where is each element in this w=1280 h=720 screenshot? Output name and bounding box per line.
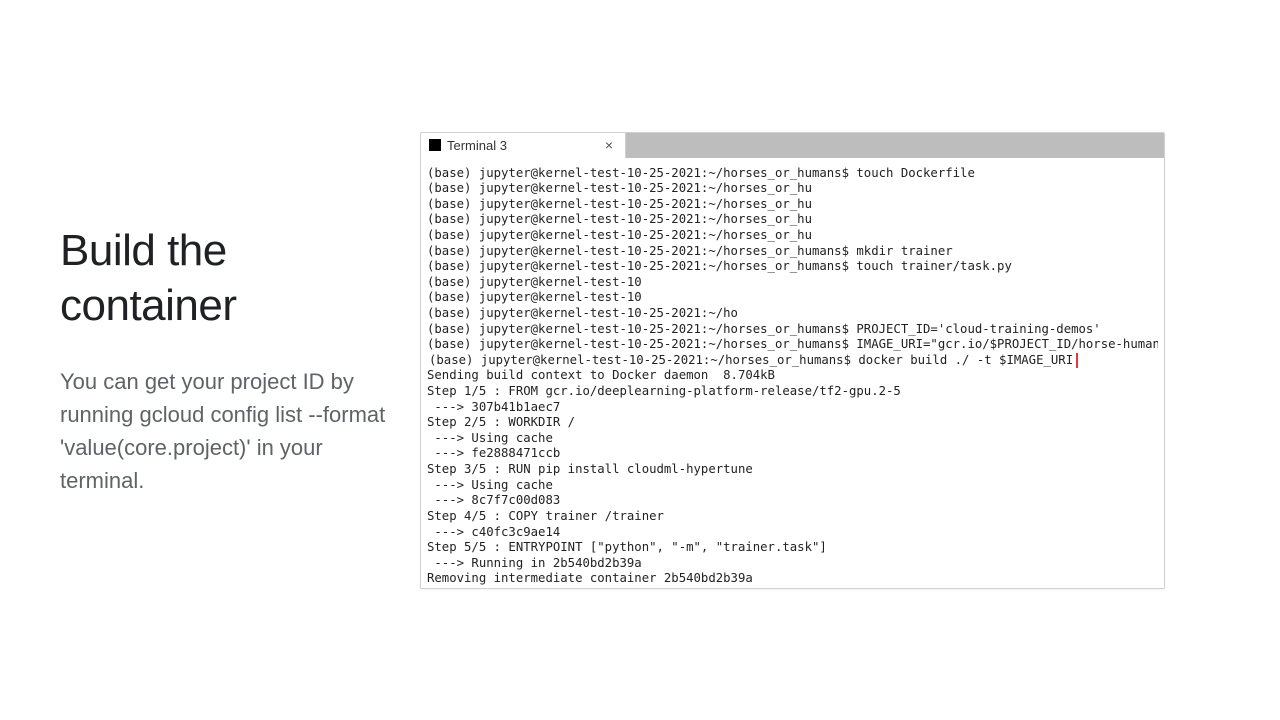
close-icon[interactable]: × bbox=[601, 137, 617, 153]
terminal-line: (base) jupyter@kernel-test-10-25-2021:~/… bbox=[427, 337, 1158, 353]
terminal-line: (base) jupyter@kernel-test-10-25-2021:~/… bbox=[427, 197, 1158, 213]
terminal-line: Removing intermediate container 2b540bd2… bbox=[427, 571, 1158, 587]
terminal-line: (base) jupyter@kernel-test-10-25-2021:~/… bbox=[427, 228, 1158, 244]
terminal-line: (base) jupyter@kernel-test-10-25-2021:~/… bbox=[427, 259, 1158, 275]
terminal-line: Step 3/5 : RUN pip install cloudml-hyper… bbox=[427, 462, 1158, 478]
terminal-line: ---> 307b41b1aec7 bbox=[427, 400, 1158, 416]
terminal-body[interactable]: (base) jupyter@kernel-test-10-25-2021:~/… bbox=[421, 158, 1164, 588]
terminal-line: ---> c40fc3c9ae14 bbox=[427, 525, 1158, 541]
terminal-line: Sending build context to Docker daemon 8… bbox=[427, 368, 1158, 384]
terminal-line: (base) jupyter@kernel-test-10 bbox=[427, 290, 1158, 306]
terminal-line: Step 1/5 : FROM gcr.io/deeplearning-plat… bbox=[427, 384, 1158, 400]
terminal-line: Step 4/5 : COPY trainer /trainer bbox=[427, 509, 1158, 525]
terminal-line: (base) jupyter@kernel-test-10-25-2021:~/… bbox=[427, 244, 1158, 260]
terminal-line: (base) jupyter@kernel-test-10-25-2021:~/… bbox=[427, 322, 1158, 338]
terminal-icon bbox=[429, 139, 441, 151]
slide-heading: Build the container bbox=[60, 223, 390, 333]
terminal-line: Step 5/5 : ENTRYPOINT ["python", "-m", "… bbox=[427, 540, 1158, 556]
terminal-line: (base) jupyter@kernel-test-10-25-2021:~/… bbox=[427, 181, 1158, 197]
terminal-window: Terminal 3 × (base) jupyter@kernel-test-… bbox=[420, 132, 1165, 589]
terminal-line: (base) jupyter@kernel-test-10 bbox=[427, 275, 1158, 291]
slide-subtext: You can get your project ID by running g… bbox=[60, 365, 390, 497]
terminal-line: (base) jupyter@kernel-test-10-25-2021:~/… bbox=[427, 212, 1158, 228]
terminal-tab-bar: Terminal 3 × bbox=[421, 133, 1164, 158]
terminal-tab-title: Terminal 3 bbox=[447, 138, 507, 153]
terminal-line: (base) jupyter@kernel-test-10-25-2021:~/… bbox=[427, 306, 1158, 322]
terminal-line: ---> Running in 2b540bd2b39a bbox=[427, 556, 1158, 572]
terminal-line: (base) jupyter@kernel-test-10-25-2021:~/… bbox=[427, 166, 1158, 182]
terminal-line: ---> fe2888471ccb bbox=[427, 446, 1158, 462]
terminal-line: ---> Using cache bbox=[427, 478, 1158, 494]
terminal-line-highlighted: (base) jupyter@kernel-test-10-25-2021:~/… bbox=[427, 353, 1158, 369]
terminal-line: ---> Using cache bbox=[427, 431, 1158, 447]
terminal-tab[interactable]: Terminal 3 × bbox=[421, 133, 626, 158]
terminal-line: Step 2/5 : WORKDIR / bbox=[427, 415, 1158, 431]
terminal-line: ---> 8c7f7c00d083 bbox=[427, 493, 1158, 509]
